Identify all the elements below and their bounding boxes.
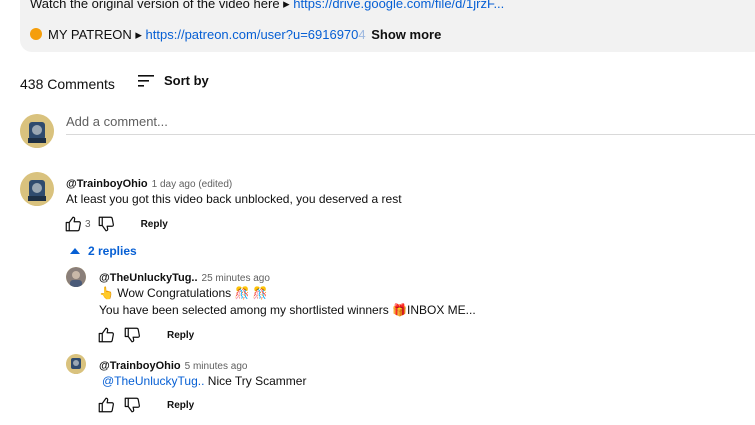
video-description[interactable]: Watch the original version of the video … bbox=[20, 0, 755, 52]
caret-up-icon bbox=[70, 248, 80, 254]
reply-avatar[interactable] bbox=[66, 354, 86, 374]
reply-actions: Reply bbox=[97, 396, 194, 414]
replies-toggle[interactable]: 2 replies bbox=[70, 244, 137, 258]
reply-header: @TheUnluckyTug.. 25 minutes ago bbox=[99, 268, 270, 286]
thumbs-up-icon[interactable] bbox=[97, 326, 115, 344]
drive-link[interactable]: https://drive.google.com/file/d/1jrzF... bbox=[293, 0, 504, 11]
reply-header: @TrainboyOhio 5 minutes ago bbox=[99, 356, 247, 374]
comments-count: 438 Comments bbox=[20, 76, 115, 92]
comment-actions: 3 Reply bbox=[64, 215, 168, 233]
thumbs-down-icon[interactable] bbox=[123, 396, 141, 414]
sort-icon bbox=[138, 74, 154, 87]
reply-actions: Reply bbox=[97, 326, 194, 344]
mention-link[interactable]: @TheUnluckyTug.. bbox=[102, 374, 204, 388]
show-more-button[interactable]: Show more bbox=[371, 27, 441, 42]
comment-author[interactable]: @TrainboyOhio bbox=[66, 178, 148, 190]
reply-button[interactable]: Reply bbox=[167, 330, 194, 341]
current-user-avatar bbox=[20, 114, 54, 148]
thumbs-down-icon[interactable] bbox=[123, 326, 141, 344]
reply-author[interactable]: @TrainboyOhio bbox=[99, 360, 181, 372]
reply-text-line2: You have been selected among my shortlis… bbox=[99, 303, 476, 317]
comment-text: At least you got this video back unblock… bbox=[66, 192, 402, 206]
replies-toggle-label: 2 replies bbox=[88, 244, 137, 258]
description-text-patreon: MY PATREON ▸ bbox=[48, 27, 146, 42]
reply-text-line1: 👆 Wow Congratulations 🎊 🎊 bbox=[99, 286, 268, 300]
description-text-original: Watch the original version of the video … bbox=[30, 0, 294, 11]
reply-button[interactable]: Reply bbox=[167, 400, 194, 411]
comment-header: @TrainboyOhio 1 day ago (edited) bbox=[66, 174, 232, 192]
reply-text: @TheUnluckyTug.. Nice Try Scammer bbox=[102, 374, 306, 388]
like-count: 3 bbox=[85, 218, 91, 230]
add-comment-input[interactable]: Add a comment... bbox=[66, 114, 755, 135]
commenter-avatar[interactable] bbox=[20, 172, 54, 206]
description-line-original: Watch the original version of the video … bbox=[30, 0, 504, 12]
orange-circle-icon bbox=[30, 28, 42, 40]
sort-by-button[interactable]: Sort by bbox=[138, 73, 209, 88]
comment-timestamp[interactable]: 1 day ago (edited) bbox=[152, 179, 233, 190]
reply-timestamp[interactable]: 25 minutes ago bbox=[202, 273, 270, 284]
thumbs-up-icon[interactable] bbox=[64, 215, 82, 233]
patreon-link-fade: 4 bbox=[358, 27, 366, 42]
description-line-patreon: MY PATREON ▸ https://patreon.com/user?u=… bbox=[30, 27, 441, 43]
reply-button[interactable]: Reply bbox=[141, 219, 168, 230]
patreon-link[interactable]: https://patreon.com/user?u=6916970 bbox=[146, 27, 359, 42]
reply-text-body: Nice Try Scammer bbox=[204, 374, 307, 388]
thumbs-down-icon[interactable] bbox=[97, 215, 115, 233]
reply-timestamp[interactable]: 5 minutes ago bbox=[185, 361, 248, 372]
reply-avatar[interactable] bbox=[66, 267, 86, 287]
sort-by-label: Sort by bbox=[164, 73, 209, 88]
reply-author[interactable]: @TheUnluckyTug.. bbox=[99, 272, 198, 284]
thumbs-up-icon[interactable] bbox=[97, 396, 115, 414]
